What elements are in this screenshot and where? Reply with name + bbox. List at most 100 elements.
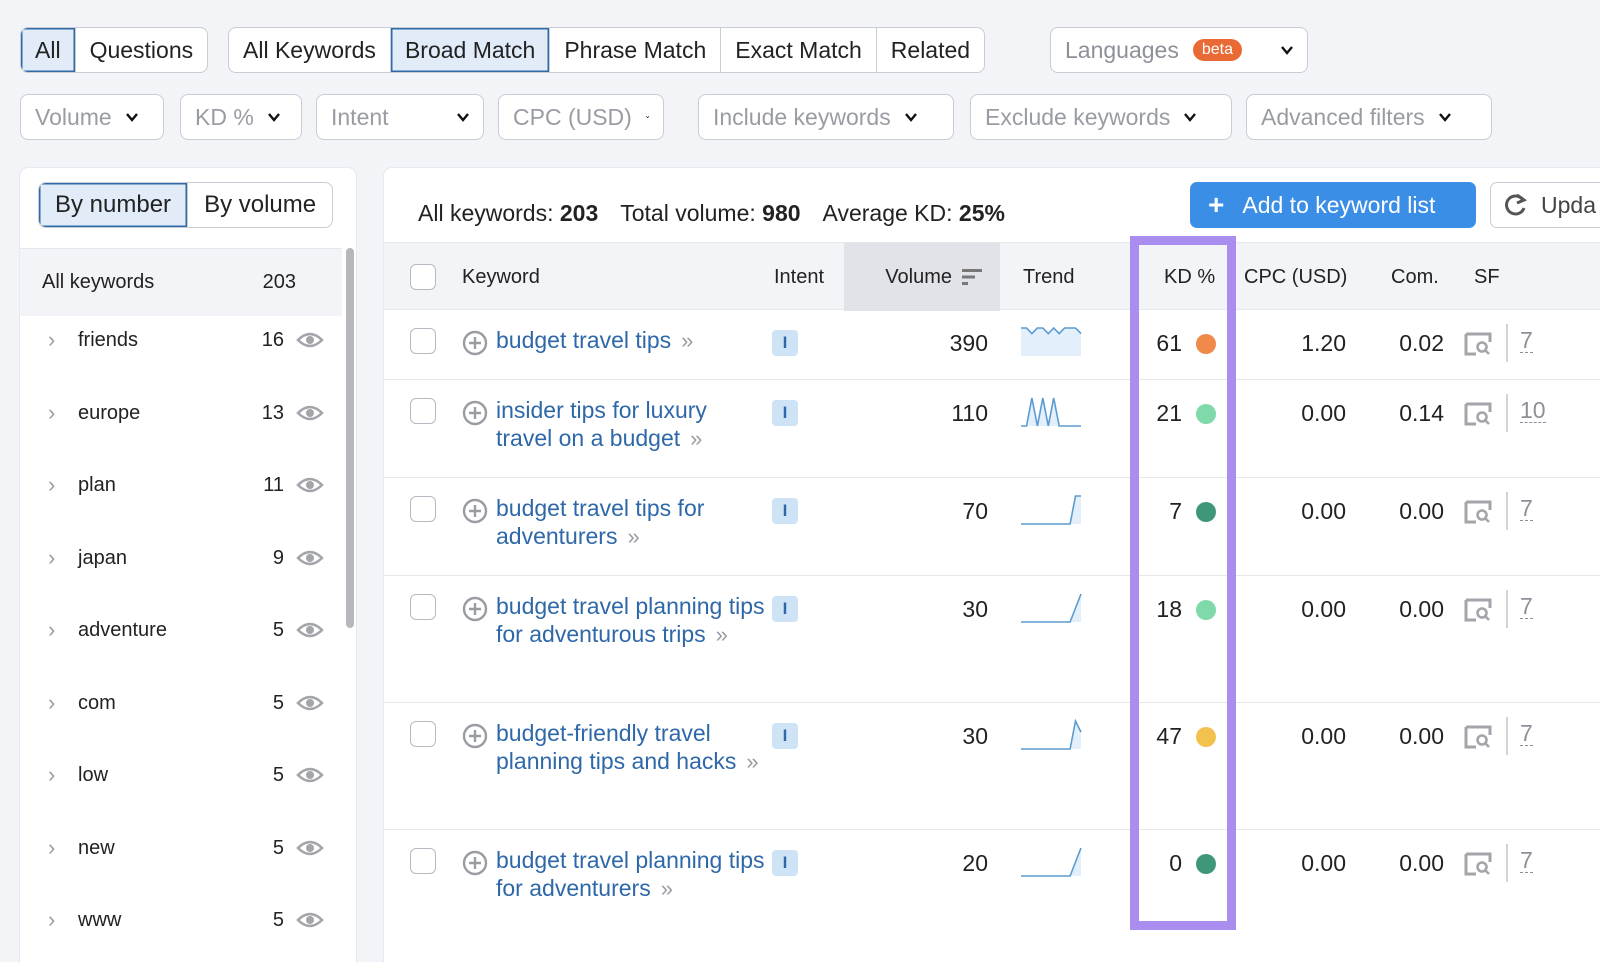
serp-features-count[interactable]: 10 xyxy=(1520,398,1546,423)
eye-icon[interactable] xyxy=(296,330,324,350)
row-checkbox[interactable] xyxy=(410,496,436,522)
serp-features-count[interactable]: 7 xyxy=(1520,721,1533,746)
eye-icon[interactable] xyxy=(296,475,324,495)
serp-features-icon[interactable] xyxy=(1464,598,1492,622)
serp-features-icon[interactable] xyxy=(1464,725,1492,749)
kd-filter[interactable]: KD % xyxy=(180,94,302,140)
sidebar-scrollbar[interactable] xyxy=(346,248,354,628)
col-trend[interactable]: Trend xyxy=(1023,243,1075,311)
tab-all-keywords[interactable]: All Keywords xyxy=(229,28,391,72)
double-chevron-icon[interactable]: » xyxy=(716,622,728,647)
chevron-right-icon[interactable]: › xyxy=(48,545,62,571)
col-cpc[interactable]: CPC (USD) xyxy=(1244,243,1347,311)
table-row: budget travel planning tips for adventur… xyxy=(384,830,1600,962)
kd-value: 7 xyxy=(1169,498,1182,524)
serp-features-count[interactable]: 7 xyxy=(1520,848,1533,873)
volume-value: 20 xyxy=(962,850,988,876)
tab-related[interactable]: Related xyxy=(877,28,984,72)
exclude-keywords-filter[interactable]: Exclude keywords xyxy=(970,94,1232,140)
cpc-value: 0.00 xyxy=(1301,400,1346,426)
languages-dropdown[interactable]: Languages beta xyxy=(1050,27,1308,73)
serp-features-icon[interactable] xyxy=(1464,402,1492,426)
tab-exact-match[interactable]: Exact Match xyxy=(721,28,877,72)
chevron-right-icon[interactable]: › xyxy=(48,835,62,861)
sidebar-group-item[interactable]: › low 5 xyxy=(20,755,342,795)
double-chevron-icon[interactable]: » xyxy=(681,328,693,353)
add-keyword-icon[interactable] xyxy=(462,330,488,356)
row-checkbox[interactable] xyxy=(410,328,436,354)
add-to-keyword-list-button[interactable]: + Add to keyword list xyxy=(1190,182,1476,228)
advanced-filters[interactable]: Advanced filters xyxy=(1246,94,1492,140)
sidebar-group-item[interactable]: › adventure 5 xyxy=(20,610,342,650)
by-volume-button[interactable]: By volume xyxy=(188,183,332,227)
serp-features-icon[interactable] xyxy=(1464,332,1492,356)
double-chevron-icon[interactable]: » xyxy=(690,426,702,451)
select-all-checkbox[interactable] xyxy=(410,264,436,290)
add-keyword-icon[interactable] xyxy=(462,596,488,622)
eye-icon[interactable] xyxy=(296,403,324,423)
eye-icon[interactable] xyxy=(296,548,324,568)
filter-label: Exclude keywords xyxy=(985,103,1171,130)
col-kd[interactable]: KD % xyxy=(1164,243,1215,311)
keyword-link[interactable]: insider tips for luxury travel on a budg… xyxy=(496,396,766,453)
add-keyword-icon[interactable] xyxy=(462,400,488,426)
keyword-link[interactable]: budget travel planning tips for adventur… xyxy=(496,846,766,903)
col-keyword[interactable]: Keyword xyxy=(462,243,540,311)
chevron-right-icon[interactable]: › xyxy=(48,617,62,643)
tab-phrase-match[interactable]: Phrase Match xyxy=(550,28,722,72)
keyword-link[interactable]: budget travel tips for adventurers» xyxy=(496,494,766,551)
cpc-filter[interactable]: CPC (USD) xyxy=(498,94,664,140)
row-checkbox[interactable] xyxy=(410,594,436,620)
keyword-link[interactable]: budget travel tips» xyxy=(496,326,766,355)
kd-difficulty-dot xyxy=(1196,853,1216,874)
tab-broad-match[interactable]: Broad Match xyxy=(390,28,551,72)
serp-features-count[interactable]: 7 xyxy=(1520,496,1533,521)
chevron-right-icon[interactable]: › xyxy=(48,762,62,788)
update-button-label: Upda xyxy=(1541,191,1596,218)
row-checkbox[interactable] xyxy=(410,848,436,874)
serp-features-count[interactable]: 7 xyxy=(1520,594,1533,619)
sidebar-group-item[interactable]: › www 5 xyxy=(20,900,342,940)
tab-all[interactable]: All xyxy=(21,28,76,72)
add-keyword-icon[interactable] xyxy=(462,850,488,876)
sidebar-group-item[interactable]: › plan 11 xyxy=(20,465,342,505)
chevron-right-icon[interactable]: › xyxy=(48,472,62,498)
serp-features-icon[interactable] xyxy=(1464,852,1492,876)
include-keywords-filter[interactable]: Include keywords xyxy=(698,94,954,140)
sidebar-group-item[interactable]: › com 5 xyxy=(20,683,342,723)
row-checkbox[interactable] xyxy=(410,721,436,747)
by-number-button[interactable]: By number xyxy=(39,183,189,227)
keyword-link[interactable]: budget travel planning tips for adventur… xyxy=(496,592,766,649)
add-keyword-icon[interactable] xyxy=(462,723,488,749)
intent-filter[interactable]: Intent xyxy=(316,94,484,140)
chevron-right-icon[interactable]: › xyxy=(48,690,62,716)
col-sf[interactable]: SF xyxy=(1474,243,1500,311)
double-chevron-icon[interactable]: » xyxy=(627,524,639,549)
sidebar-group-item[interactable]: › new 5 xyxy=(20,828,342,868)
all-keywords-group[interactable]: All keywords 203 xyxy=(20,248,342,316)
update-button[interactable]: Upda xyxy=(1490,182,1600,228)
chevron-right-icon[interactable]: › xyxy=(48,907,62,933)
eye-icon[interactable] xyxy=(296,838,324,858)
col-volume[interactable]: Volume xyxy=(844,243,1000,311)
tab-questions[interactable]: Questions xyxy=(76,28,208,72)
row-checkbox[interactable] xyxy=(410,398,436,424)
add-keyword-icon[interactable] xyxy=(462,498,488,524)
keyword-link[interactable]: budget-friendly travel planning tips and… xyxy=(496,719,766,776)
eye-icon[interactable] xyxy=(296,765,324,785)
col-intent[interactable]: Intent xyxy=(774,243,824,311)
double-chevron-icon[interactable]: » xyxy=(746,749,758,774)
eye-icon[interactable] xyxy=(296,910,324,930)
sidebar-group-item[interactable]: › europe 13 xyxy=(20,393,342,433)
col-com[interactable]: Com. xyxy=(1391,243,1439,311)
serp-features-count[interactable]: 7 xyxy=(1520,328,1533,353)
volume-filter[interactable]: Volume xyxy=(20,94,164,140)
eye-icon[interactable] xyxy=(296,693,324,713)
chevron-right-icon[interactable]: › xyxy=(48,327,62,353)
chevron-right-icon[interactable]: › xyxy=(48,400,62,426)
serp-features-icon[interactable] xyxy=(1464,500,1492,524)
eye-icon[interactable] xyxy=(296,620,324,640)
sidebar-group-item[interactable]: › friends 16 xyxy=(20,320,342,360)
sidebar-group-item[interactable]: › japan 9 xyxy=(20,538,342,578)
double-chevron-icon[interactable]: » xyxy=(661,876,673,901)
